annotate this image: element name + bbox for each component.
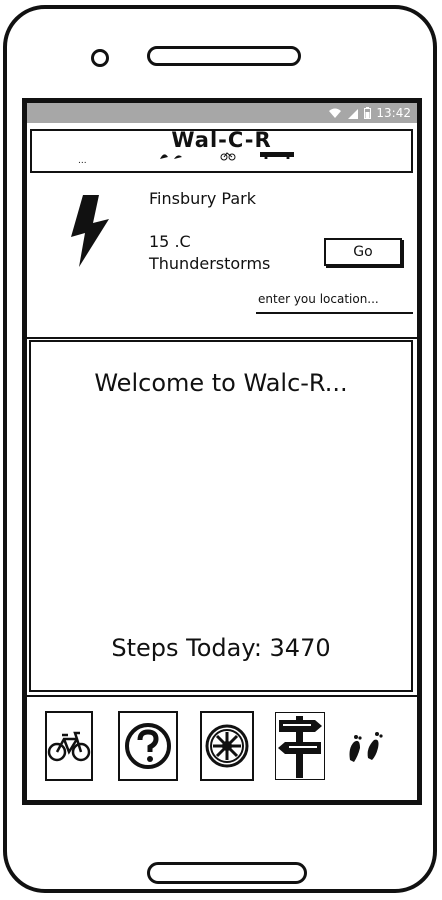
status-bar: 13:42 xyxy=(27,103,417,123)
footprints-icon xyxy=(349,732,383,762)
weather-condition: Thunderstorms xyxy=(149,254,271,273)
nav-walk[interactable] xyxy=(341,711,391,781)
bottom-nav xyxy=(27,695,417,799)
nav-settings[interactable] xyxy=(200,711,254,781)
lightning-icon xyxy=(71,195,109,267)
location-input[interactable] xyxy=(256,286,413,314)
footprints-icon xyxy=(160,154,182,159)
screen: 13:42 Wal-C-R ... Finsbury Park 15 .C Th… xyxy=(22,98,422,805)
signal-icon xyxy=(348,108,359,119)
app-title: Wal-C-R xyxy=(171,128,272,152)
temperature: 15 .C xyxy=(149,232,191,251)
weather-info: 15 .C Thunderstorms xyxy=(149,231,270,275)
bicycle-icon xyxy=(47,731,91,762)
nav-help[interactable] xyxy=(118,711,178,781)
menu-dots[interactable]: ... xyxy=(78,156,87,166)
location-name: Finsbury Park xyxy=(149,189,256,208)
camera xyxy=(91,49,109,67)
status-time: 13:42 xyxy=(376,106,411,120)
speaker xyxy=(147,46,301,66)
main-panel: Welcome to Walc-R... Steps Today: 3470 xyxy=(29,340,413,692)
weather-panel: Finsbury Park 15 .C Thunderstorms Go xyxy=(27,177,419,339)
home-button[interactable] xyxy=(147,862,307,884)
steps-today: Steps Today: 3470 xyxy=(111,634,331,662)
help-icon xyxy=(125,723,171,769)
nav-bicycle[interactable] xyxy=(45,711,93,781)
go-button[interactable]: Go xyxy=(324,238,402,266)
welcome-text: Welcome to Walc-R... xyxy=(94,369,348,397)
battery-icon xyxy=(364,107,372,119)
nav-signpost[interactable] xyxy=(275,711,325,781)
app-header: Wal-C-R ... xyxy=(30,128,413,173)
signpost-icon xyxy=(275,712,325,780)
bicycle-icon xyxy=(220,152,236,161)
settings-wheel-icon xyxy=(205,724,249,768)
bus-icon xyxy=(260,152,294,159)
wifi-icon xyxy=(329,108,342,118)
